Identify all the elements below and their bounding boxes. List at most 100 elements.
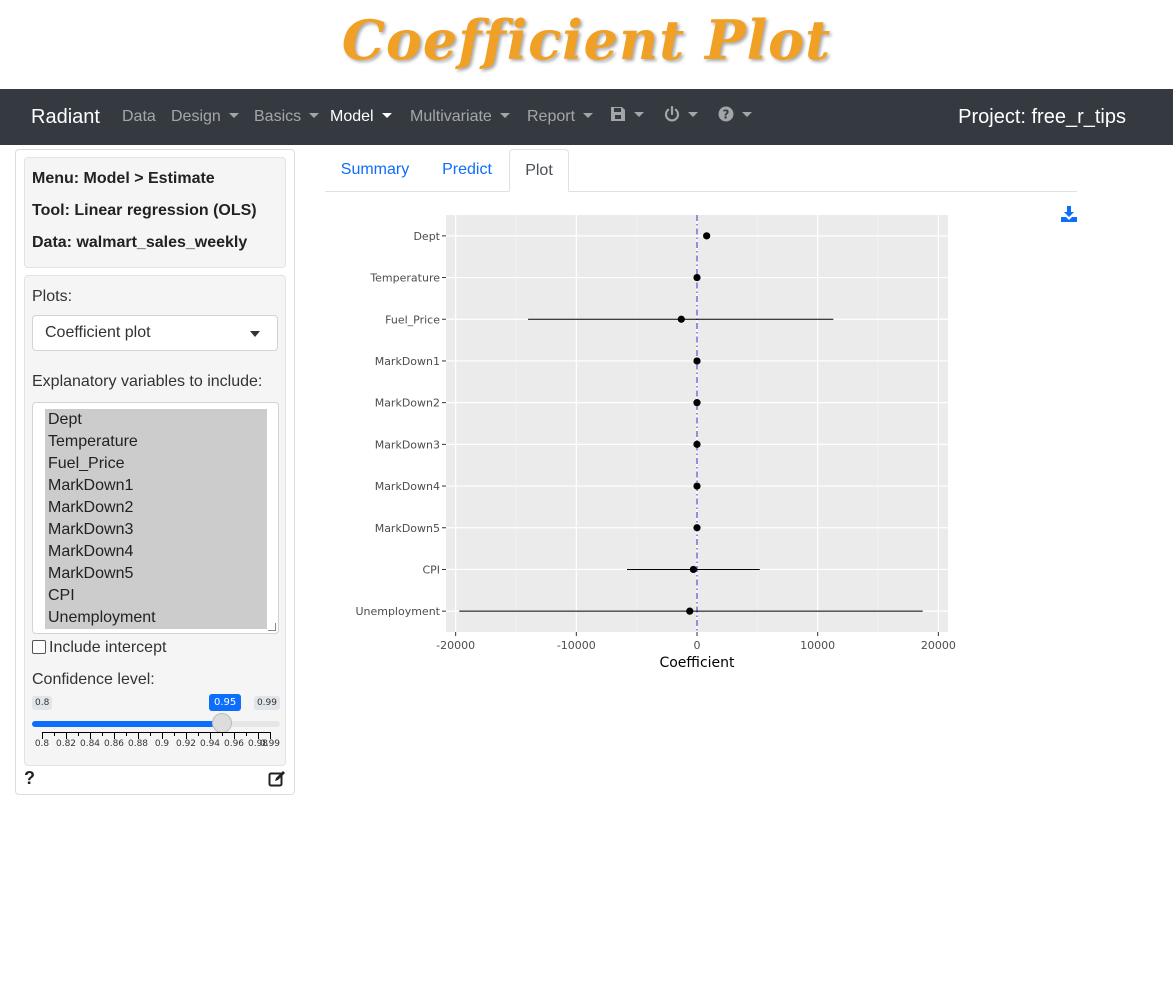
y-tick-label: CPI (422, 563, 440, 576)
plots-select[interactable]: Coefficient plot (32, 315, 278, 351)
question-circle-icon: ? (718, 106, 734, 122)
nav-save[interactable] (610, 106, 644, 125)
download-icon[interactable] (1060, 205, 1078, 223)
x-tick-label: 10000 (800, 639, 835, 652)
banner: Coefficient Plot (0, 0, 1173, 89)
x-tick-label: -20000 (436, 639, 475, 652)
nav-report[interactable]: Report (527, 108, 594, 126)
coefficient-point (693, 357, 701, 365)
slider-axis (42, 732, 270, 733)
variable-option[interactable]: Unemployment (48, 609, 156, 627)
coefficient-point (693, 440, 701, 448)
navbar: Radiant Data Design Basics Model Multiva… (0, 89, 1173, 145)
y-tick-label: Dept (413, 230, 440, 243)
slider-tick-label: 0.96 (223, 739, 245, 749)
x-tick-label: 20000 (921, 639, 956, 652)
menu-path: Menu: Model > Estimate (32, 170, 215, 187)
nav-power[interactable] (664, 105, 698, 125)
tab-predict[interactable]: Predict (425, 149, 509, 190)
x-tick-label: 0 (694, 639, 701, 652)
tab-bar: Summary Predict Plot (325, 149, 1077, 192)
chevron-down-icon (634, 112, 644, 117)
nav-model[interactable]: Model (330, 108, 392, 126)
confidence-slider[interactable]: 0.8 0.99 0.95 0.8 0.82 0.84 0.86 0.88 0.9 0.92… (32, 694, 280, 756)
slider-tick-label: 0.88 (127, 739, 149, 749)
resize-handle-icon[interactable] (268, 623, 276, 631)
coefficient-point (677, 315, 685, 323)
y-tick-label: MarkDown2 (375, 397, 440, 410)
x-tick-label: -10000 (557, 639, 596, 652)
slider-tick-label: 0.82 (55, 739, 77, 749)
power-icon (664, 105, 680, 122)
slider-tick-label: 0.84 (79, 739, 101, 749)
coefficient-point (686, 607, 694, 615)
variable-option[interactable]: Dept (48, 411, 82, 429)
chevron-down-icon (250, 331, 260, 337)
nav-design[interactable]: Design (171, 108, 239, 126)
slider-handle[interactable] (212, 713, 232, 733)
slider-fill (32, 721, 222, 727)
explanatory-select[interactable]: Dept Temperature Fuel_Price MarkDown1 MarkDo… (32, 402, 279, 634)
plots-label: Plots: (32, 288, 73, 305)
nav-report-label: Report (527, 108, 576, 125)
coefficient-point (689, 565, 697, 574)
slider-min: 0.8 (32, 696, 53, 710)
banner-title: Coefficient Plot (341, 8, 832, 72)
tab-plot[interactable]: Plot (509, 149, 569, 192)
y-tick-label: MarkDown5 (375, 522, 440, 535)
nav-design-label: Design (171, 108, 221, 125)
confidence-label: Confidence level: (32, 671, 155, 688)
coefficient-point (693, 482, 701, 490)
slider-tick-label: 0.9 (154, 739, 170, 749)
save-icon (611, 107, 625, 121)
info-panel: Menu: Model > Estimate Tool: Linear regr… (24, 157, 286, 268)
nav-basics[interactable]: Basics (254, 108, 320, 126)
coefficient-point (693, 524, 701, 532)
variable-option[interactable]: MarkDown5 (48, 565, 133, 583)
y-tick-label: Fuel_Price (385, 313, 440, 326)
chevron-down-icon (228, 113, 239, 118)
nav-model-label: Model (330, 108, 374, 125)
nav-multivariate-label: Multivariate (410, 108, 492, 125)
coefficient-point (693, 273, 701, 282)
tab-summary[interactable]: Summary (325, 149, 425, 190)
dataset-name: Data: walmart_sales_weekly (32, 234, 248, 251)
sidebar: Menu: Model > Estimate Tool: Linear regr… (15, 149, 295, 795)
plots-select-value: Coefficient plot (45, 324, 151, 341)
coefficient-plot: Dept Temperature Fuel_Price MarkDown1 MarkDo… (355, 215, 956, 671)
nav-data-label: Data (122, 108, 156, 125)
include-intercept-label: Include intercept (49, 639, 167, 656)
coefficient-point (703, 232, 711, 240)
y-tick-label: Temperature (369, 272, 440, 285)
chevron-down-icon (499, 113, 510, 118)
nav-multivariate[interactable]: Multivariate (410, 108, 510, 126)
chevron-down-icon (688, 112, 698, 117)
include-intercept-checkbox[interactable] (32, 640, 46, 654)
variable-option[interactable]: MarkDown2 (48, 499, 133, 517)
y-tick-label: MarkDown3 (375, 438, 440, 451)
variable-option[interactable]: CPI (48, 587, 75, 605)
brand[interactable]: Radiant (31, 106, 100, 129)
nav-help[interactable]: ? (718, 106, 752, 125)
edit-icon[interactable] (268, 770, 286, 788)
explanatory-label: Explanatory variables to include: (32, 373, 263, 390)
nav-data[interactable]: Data (122, 108, 156, 126)
variable-option[interactable]: Fuel_Price (48, 455, 124, 473)
y-tick-label: Unemployment (355, 605, 440, 618)
coefficient-point (693, 399, 701, 407)
x-axis-label: Coefficient (659, 655, 735, 671)
slider-tick-label: 0.92 (175, 739, 197, 749)
chevron-down-icon (742, 112, 752, 117)
tool-name: Tool: Linear regression (OLS) (32, 202, 257, 219)
variable-option[interactable]: MarkDown3 (48, 521, 133, 539)
slider-tick-label: 0.94 (199, 739, 221, 749)
nav-basics-label: Basics (254, 108, 302, 125)
help-icon[interactable]: ? (24, 768, 35, 789)
chevron-down-icon (583, 113, 594, 118)
variable-option[interactable]: Temperature (48, 433, 138, 451)
variable-option[interactable]: MarkDown4 (48, 543, 133, 561)
slider-tick-label: 0.8 (34, 739, 50, 749)
variable-option[interactable]: MarkDown1 (48, 477, 133, 495)
svg-text:?: ? (723, 108, 730, 122)
project-label: Project: free_r_tips (958, 106, 1126, 128)
